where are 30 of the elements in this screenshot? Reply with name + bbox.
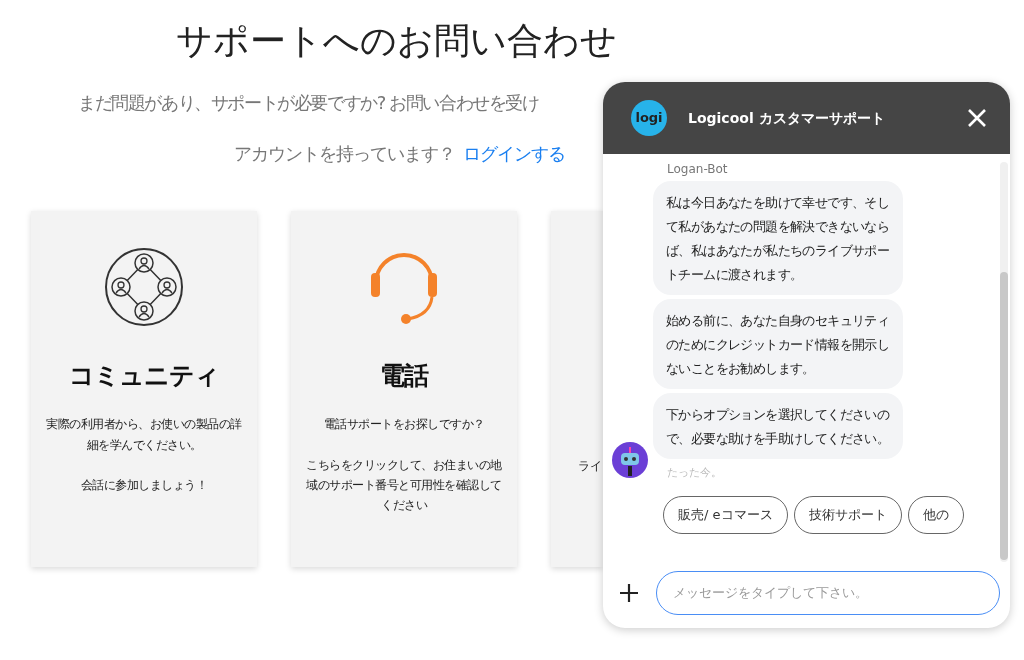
card-text: 実際の利用者から、お使いの製品の詳細を学んでください。 <box>45 416 243 454</box>
login-link[interactable]: ログインする <box>463 142 565 164</box>
add-button[interactable] <box>619 582 639 603</box>
quick-reply-button[interactable]: 技術サポート <box>793 495 902 534</box>
logo-icon: logi <box>630 99 668 137</box>
chat-message: 私は今日あなたを助けて幸せです、そして私があなたの問題を解決できないならば、私はあなたが私たちのライブサポートチームに渡されます。 <box>653 181 903 295</box>
card-text: 会話に参加しましょう！ <box>79 477 209 495</box>
support-card[interactable]: 電話 電話サポートをお探しですか？ こちらをクリックして、お住まいの地域のサポート番号と可用性を確認してください <box>291 210 517 567</box>
scrollbar[interactable] <box>1000 162 1008 562</box>
chat-title: Logicool カスタマーサポート <box>688 108 886 128</box>
chat-message: 下からオプションを選択してくださいので、必要な助けを手助けしてください。 <box>653 393 903 459</box>
quick-reply-button[interactable]: 販売/ eコマース <box>663 495 788 534</box>
robot-avatar-icon <box>612 442 648 478</box>
support-card[interactable]: ライ <box>551 210 603 567</box>
sender-name: Logan-Bot <box>667 161 729 178</box>
card-title: コミュニティ <box>68 359 220 392</box>
community-icon <box>104 246 184 327</box>
card-text: ライ <box>578 457 602 475</box>
message-input[interactable]: メッセージをタイプして下さい。 <box>656 570 1000 615</box>
support-card[interactable]: コミュニティ 実際の利用者から、お使いの製品の詳細を学んでください。 会話に参加しましょう！ <box>31 210 257 567</box>
chat-message: 始める前に、あなた自身のセキュリティのためにクレジットカード情報を開示しないことをお勧めします。 <box>653 299 903 389</box>
card-title: 電話 <box>379 359 430 392</box>
account-prompt: アカウントを持っています？ <box>234 142 455 164</box>
quick-reply-button[interactable]: 他の <box>907 495 964 534</box>
card-text: こちらをクリックして、お住まいの地域のサポート番号と可用性を確認してください <box>305 456 503 515</box>
page-title: サポートへのお問い合わせ <box>176 19 617 63</box>
card-text: 電話サポートをお探しですか？ <box>322 416 486 434</box>
scrollbar-thumb[interactable] <box>1000 272 1008 560</box>
close-button[interactable] <box>966 107 988 129</box>
page-subtitle: まだ問題があり、サポートが必要ですか? お問い合わせを受け <box>78 90 540 115</box>
